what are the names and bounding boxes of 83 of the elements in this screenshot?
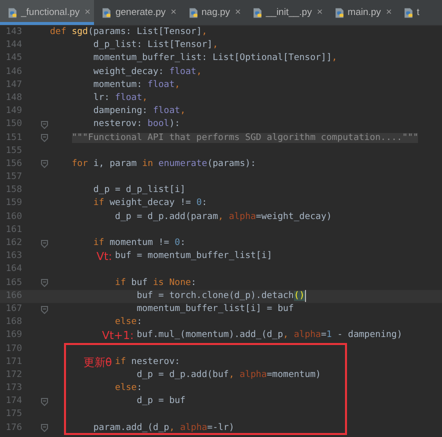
file-tab[interactable]: nag.py × [180,0,245,25]
code-line: d_p = d_p_list[i] [93,184,186,198]
code-line: buf.mul_(momentum).add_(d_p, alpha=1 - dampening) [136,329,402,342]
line-number: 150 [4,118,22,132]
line-number: 162 [4,237,22,250]
line-number: 163 [4,250,22,264]
code-line: param.add_(d_p, alpha=-lr) [93,422,234,435]
line-number: 145 [4,52,22,66]
line-number: 167 [4,302,22,316]
line-number: 161 [4,224,22,237]
fold-marker-icon[interactable] [41,306,48,314]
line-number: 156 [4,158,22,171]
file-tab[interactable]: t [396,0,424,25]
line-number: 175 [4,408,22,422]
code-line: if nesterov: [115,356,180,369]
python-file-icon [402,6,414,18]
annotation-label: Vt: [96,250,112,264]
fold-marker-icon[interactable] [41,398,48,406]
line-number: 169 [4,329,22,342]
code-line: if buf is None: [115,276,196,290]
code-line: else: [115,382,142,396]
code-line: momentum: float, [93,78,180,92]
python-file-icon [252,6,263,18]
close-icon[interactable]: × [170,7,176,18]
code-line: momentum_buffer_list: List[Optional[Tensor]], [93,52,338,66]
line-number: 144 [4,39,22,52]
line-number: 174 [4,395,22,408]
line-number: 148 [4,92,22,105]
line-number: 170 [4,342,22,356]
annotation-label: 更新θ [83,356,112,369]
python-file-icon [101,6,112,18]
code-line: buf = momentum_buffer_list[i] [115,250,272,264]
fold-marker-icon[interactable] [41,160,48,168]
code-line: lr: float, [93,92,148,105]
python-file-icon [7,6,18,18]
line-number: 171 [4,356,22,369]
line-number: 160 [4,210,22,224]
line-number: 149 [4,105,22,118]
code-line: buf = torch.clone(d_p).detach() [136,290,305,303]
file-tab[interactable]: main.py × [326,0,396,25]
line-number: 143 [4,26,22,39]
python-file-icon [188,6,198,18]
code-line: d_p = d_p.add(buf, alpha=momentum) [136,368,321,382]
code-line: def sgd(params: List[Tensor], [50,26,208,39]
line-number: 168 [4,316,22,330]
line-number: 173 [4,382,22,396]
close-icon[interactable]: × [235,7,241,18]
code-line: dampening: float, [93,105,186,118]
line-number: 176 [4,422,22,435]
python-file-icon [334,6,345,18]
close-icon[interactable]: × [386,7,392,18]
line-number: 164 [4,263,22,276]
line-number: 155 [4,144,22,158]
text-cursor [304,290,306,302]
file-tab[interactable]: __init__.py × [244,0,327,25]
annotation-label: Vt+1: [102,329,134,343]
code-line: d_p = d_p.add(param, alpha=weight_decay) [115,210,332,224]
fold-marker-icon[interactable] [41,120,48,129]
line-number: 147 [4,78,22,92]
code-line: d_p_list: List[Tensor], [93,39,218,52]
code-line: if weight_decay != 0: [93,197,208,210]
line-number: 159 [4,197,22,210]
close-icon[interactable]: × [84,7,90,18]
line-number: 165 [4,276,22,290]
code-line: for i, param in enumerate(params): [72,158,256,171]
fold-marker-icon[interactable] [41,279,48,288]
fold-marker-icon[interactable] [41,134,48,142]
code-line: else: [115,316,142,330]
code-line: momentum_buffer_list[i] = buf [136,302,294,316]
line-number: 146 [4,66,22,79]
code-line: if momentum != 0: [93,237,186,250]
line-number: 157 [4,171,22,184]
close-icon[interactable]: × [316,7,323,18]
line-number: 158 [4,184,22,198]
code-line: weight_decay: float, [93,66,202,79]
line-number: 172 [4,368,22,382]
file-tab[interactable]: _functional.py × [0,0,94,25]
code-line: d_p = buf [136,395,186,408]
line-number: 151 [4,132,22,144]
code-line: nesterov: bool): [93,118,180,132]
fold-marker-icon[interactable] [41,240,48,248]
fold-marker-icon[interactable] [41,424,48,432]
file-tab[interactable]: generate.py × [94,0,180,25]
